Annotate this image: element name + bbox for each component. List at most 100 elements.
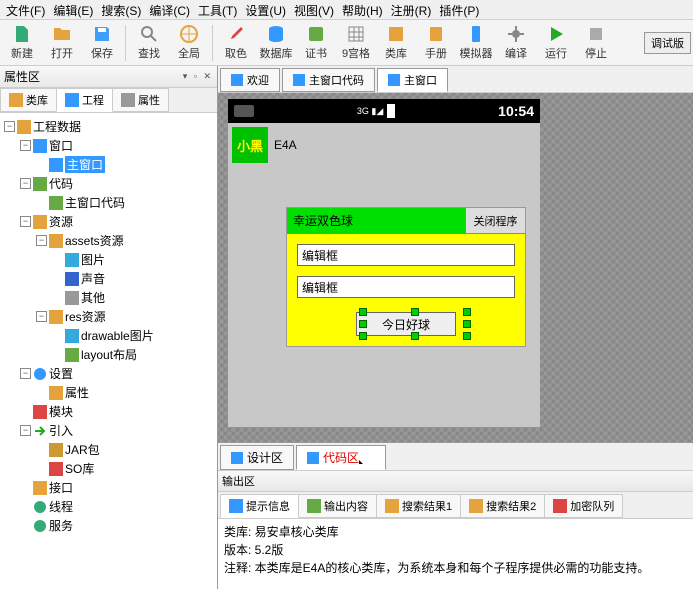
tree-thread[interactable]: 线程	[20, 497, 213, 516]
output-line: 版本: 5.2版	[224, 541, 687, 559]
app-icon: 小黑	[232, 127, 268, 163]
designer-canvas[interactable]: 3G ▮◢ 10:54 小黑 E4A 幸运双色球 关闭程序 编辑框	[218, 93, 693, 443]
toolbar-file-button[interactable]: 新建	[2, 22, 42, 64]
output-tab[interactable]: 搜索结果1	[376, 494, 461, 518]
doc-tab[interactable]: 主窗口	[377, 68, 448, 92]
tree-props[interactable]: 属性	[36, 383, 213, 402]
tree-layout[interactable]: layout布局	[52, 345, 213, 364]
resize-handle[interactable]	[359, 320, 367, 328]
tree-code[interactable]: −代码	[20, 174, 213, 193]
toolbar-grid-button[interactable]: 9宫格	[336, 22, 376, 64]
lottery-panel[interactable]: 幸运双色球 关闭程序 编辑框 编辑框 今日好球	[286, 207, 526, 347]
tree-other[interactable]: 其他	[52, 288, 213, 307]
toolbar-play-button[interactable]: 运行	[536, 22, 576, 64]
tree-root[interactable]: −工程数据	[4, 117, 213, 136]
tree-jar[interactable]: JAR包	[36, 440, 213, 459]
output-tab[interactable]: 加密队列	[544, 494, 623, 518]
design-code-tabs: 设计区代码区	[218, 443, 693, 471]
resize-handle[interactable]	[411, 332, 419, 340]
output-tab[interactable]: 提示信息	[220, 494, 299, 518]
phone-preview: 3G ▮◢ 10:54 小黑 E4A 幸运双色球 关闭程序 编辑框	[228, 99, 540, 427]
toolbar-search-button[interactable]: 查找	[129, 22, 169, 64]
output-area: 输出区 提示信息输出内容搜索结果1搜索结果2加密队列 类库: 易安卓核心类库 版…	[218, 471, 693, 589]
doc-tab[interactable]: 欢迎	[220, 68, 280, 92]
menu-item[interactable]: 工具(T)	[196, 2, 239, 17]
toolbar-folder-button[interactable]: 打开	[42, 22, 82, 64]
toolbar-db-button[interactable]: 数据库	[256, 22, 296, 64]
design-tab[interactable]: 代码区	[296, 445, 386, 470]
tree-res[interactable]: −资源	[20, 212, 213, 231]
resize-handle[interactable]	[359, 308, 367, 316]
panel-title-text: 属性区	[4, 68, 40, 85]
toolbar-cert-button[interactable]: 证书	[296, 22, 336, 64]
resize-handle[interactable]	[463, 320, 471, 328]
resize-handle[interactable]	[411, 308, 419, 316]
tree-so[interactable]: SO库	[36, 459, 213, 478]
edit-field-2[interactable]: 编辑框	[297, 276, 515, 298]
left-tab[interactable]: 属性	[112, 88, 169, 112]
toolbar-stop-button[interactable]: 停止	[576, 22, 616, 64]
app-body[interactable]: 幸运双色球 关闭程序 编辑框 编辑框 今日好球	[228, 167, 540, 427]
output-body[interactable]: 类库: 易安卓核心类库 版本: 5.2版 注释: 本类库是E4A的核心类库，为系…	[218, 519, 693, 589]
menu-item[interactable]: 搜索(S)	[99, 2, 143, 17]
menu-item[interactable]: 帮助(H)	[340, 2, 385, 17]
toolbar-lib-button[interactable]: 类库	[376, 22, 416, 64]
tree-module[interactable]: 模块	[20, 402, 213, 421]
panel-controls[interactable]: ▾ ▫ ✕	[183, 71, 213, 82]
panel-title: 幸运双色球	[287, 208, 465, 234]
output-line: 注释: 本类库是E4A的核心类库，为系统本身和每个子程序提供必需的功能支持。	[224, 559, 687, 577]
output-line: 类库: 易安卓核心类库	[224, 523, 687, 541]
menu-item[interactable]: 编辑(E)	[51, 2, 95, 17]
document-tabs: 欢迎主窗口代码主窗口	[218, 66, 693, 93]
design-tab[interactable]: 设计区	[220, 445, 294, 470]
toolbar-phone-button[interactable]: 模拟器	[456, 22, 496, 64]
tree-service[interactable]: 服务	[20, 516, 213, 535]
menu-item[interactable]: 文件(F)	[4, 2, 47, 17]
toolbar-save-button[interactable]: 保存	[82, 22, 122, 64]
app-title: E4A	[274, 138, 297, 152]
phone-statusbar: 3G ▮◢ 10:54	[228, 99, 540, 123]
toolbar-globe-button[interactable]: 全局	[169, 22, 209, 64]
tree-settings[interactable]: −设置	[20, 364, 213, 383]
toolbar-book-button[interactable]: 手册	[416, 22, 456, 64]
edit-field-1[interactable]: 编辑框	[297, 244, 515, 266]
toolbar-gear-button[interactable]: 编译	[496, 22, 536, 64]
close-button[interactable]: 关闭程序	[465, 208, 525, 234]
resize-handle[interactable]	[463, 308, 471, 316]
keyboard-icon	[234, 105, 254, 117]
tree-sound[interactable]: 声音	[52, 269, 213, 288]
output-tab[interactable]: 搜索结果2	[460, 494, 545, 518]
output-tabs: 提示信息输出内容搜索结果1搜索结果2加密队列	[218, 492, 693, 519]
left-panel-title: 属性区 ▾ ▫ ✕	[0, 66, 217, 88]
menu-item[interactable]: 视图(V)	[292, 2, 336, 17]
tree-res2[interactable]: −res资源	[36, 307, 213, 326]
tree-window[interactable]: −窗口	[20, 136, 213, 155]
project-tree[interactable]: −工程数据 −窗口 主窗口 −代码 主窗口代码 −资源 −assets资源 图片…	[0, 113, 217, 589]
menu-item[interactable]: 注册(R)	[389, 2, 434, 17]
tree-pic[interactable]: 图片	[52, 250, 213, 269]
main-toolbar: 新建打开保存查找全局取色数据库证书9宫格类库手册模拟器编译运行停止 调试版	[0, 20, 693, 66]
menu-item[interactable]: 设置(U)	[243, 2, 288, 17]
tree-main-window[interactable]: 主窗口	[36, 155, 213, 174]
tree-main-code[interactable]: 主窗口代码	[36, 193, 213, 212]
left-tab[interactable]: 工程	[56, 88, 113, 112]
action-button[interactable]: 今日好球	[356, 312, 456, 336]
menu-item[interactable]: 编译(C)	[147, 2, 192, 17]
left-tabs: 类库工程属性	[0, 88, 217, 113]
app-bar: 小黑 E4A	[228, 123, 540, 167]
battery-icon	[387, 104, 395, 118]
doc-tab[interactable]: 主窗口代码	[282, 68, 375, 92]
tree-iface[interactable]: 接口	[20, 478, 213, 497]
debug-tag: 调试版	[644, 32, 691, 54]
tree-import[interactable]: −引入	[20, 421, 213, 440]
output-tab[interactable]: 输出内容	[298, 494, 377, 518]
resize-handle[interactable]	[359, 332, 367, 340]
left-panel: 属性区 ▾ ▫ ✕ 类库工程属性 −工程数据 −窗口 主窗口 −代码 主窗口代码…	[0, 66, 218, 589]
tree-assets[interactable]: −assets资源	[36, 231, 213, 250]
left-tab[interactable]: 类库	[0, 88, 57, 112]
toolbar-dropper-button[interactable]: 取色	[216, 22, 256, 64]
resize-handle[interactable]	[463, 332, 471, 340]
menu-item[interactable]: 插件(P)	[437, 2, 481, 17]
menu-bar: 文件(F) 编辑(E) 搜索(S) 编译(C) 工具(T) 设置(U) 视图(V) 帮助(H)…	[0, 0, 693, 20]
tree-drawable[interactable]: drawable图片	[52, 326, 213, 345]
